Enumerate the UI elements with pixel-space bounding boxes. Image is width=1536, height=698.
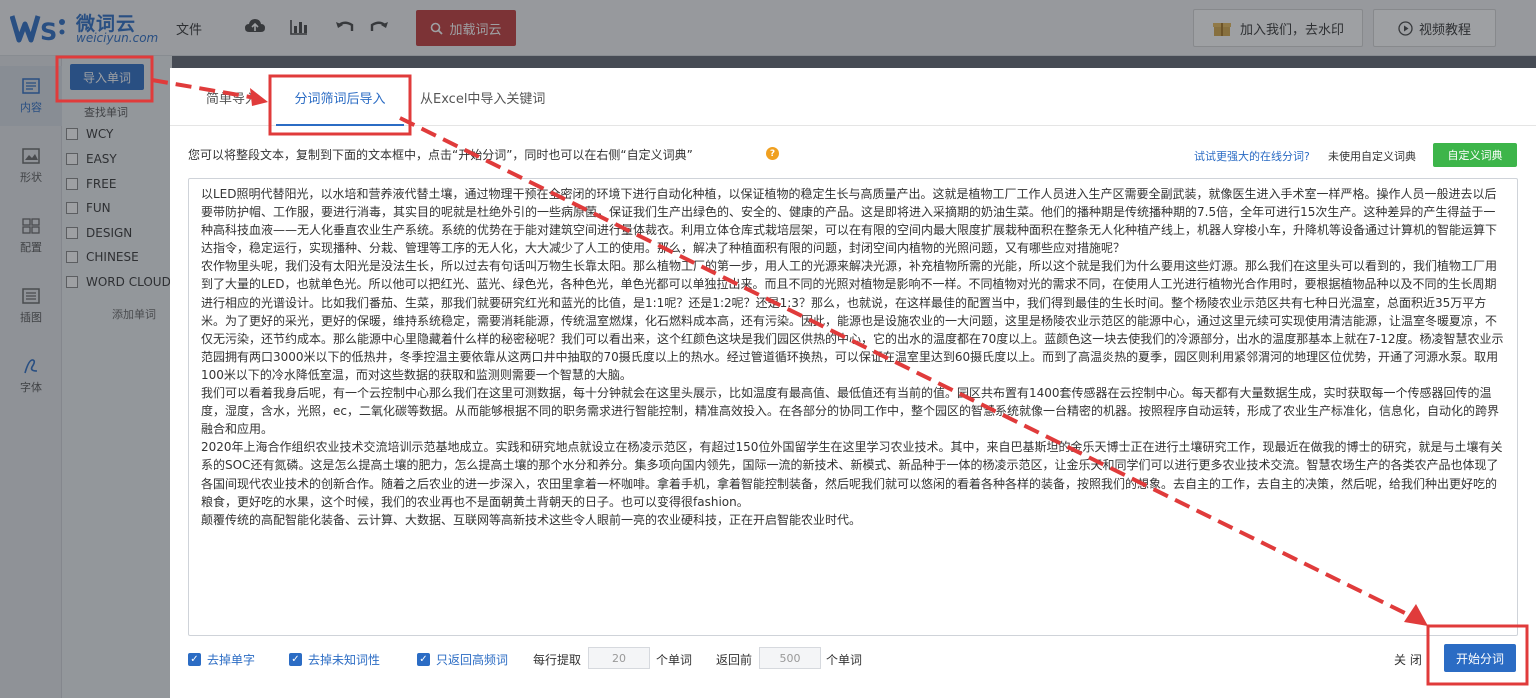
option-label: 去掉单字 — [207, 653, 256, 667]
online-segment-link[interactable]: 试试更强大的在线分词? — [1194, 148, 1310, 164]
import-dialog: 简单导入 分词筛词后导入 从Excel中导入关键词 您可以将整段文本，复制到下面… — [170, 68, 1536, 698]
option-label: 只返回高频词 — [436, 653, 509, 667]
option-remove-single[interactable]: ✓ 去掉单字 — [188, 651, 255, 668]
close-button[interactable]: 关 闭 — [1394, 651, 1422, 668]
option-label: 去掉未知词性 — [308, 653, 381, 667]
per-line-unit: 个单词 — [656, 653, 693, 667]
checkbox-checked-icon[interactable]: ✓ — [289, 653, 302, 666]
help-icon[interactable]: ? — [766, 147, 779, 160]
text-paragraph: 2020年上海合作组织农业技术交流培训示范基地成立。实践和研究地点就设立在杨凌示… — [201, 440, 1503, 509]
tab-segment-import[interactable]: 分词筛词后导入 — [276, 88, 404, 126]
instruction-text: 您可以将整段文本，复制到下面的文本框中，点击“开始分词”，同时也可以在右侧“自定… — [188, 148, 693, 162]
dictionary-status: 未使用自定义词典 — [1328, 150, 1416, 163]
option-remove-unknown[interactable]: ✓ 去掉未知词性 — [289, 651, 380, 668]
dialog-tabs: 简单导入 分词筛词后导入 从Excel中导入关键词 — [170, 68, 1536, 126]
per-line-label: 每行提取 — [533, 653, 582, 667]
return-top-label: 返回前 — [716, 653, 753, 667]
text-paragraph: 农作物里头呢，我们没有太阳光是没法生长，所以过去有句话叫万物生长靠太阳。那么植物… — [201, 259, 1504, 382]
text-paragraph: 颠覆传统的高配智能化装备、云计算、大数据、互联网等高新技术这些令人眼前一亮的农业… — [201, 512, 862, 527]
custom-dictionary-button[interactable]: 自定义词典 — [1433, 143, 1517, 167]
checkbox-checked-icon[interactable]: ✓ — [188, 653, 201, 666]
text-paragraph: 以LED照明代替阳光，以水培和营养液代替土壤，通过物理干预在全密闭的环境下进行自… — [201, 187, 1498, 256]
checkbox-checked-icon[interactable]: ✓ — [417, 653, 430, 666]
start-segment-button[interactable]: 开始分词 — [1444, 644, 1516, 672]
option-high-frequency[interactable]: ✓ 只返回高频词 — [417, 651, 508, 668]
return-top-input[interactable]: 500 — [759, 647, 821, 669]
per-line-input[interactable]: 20 — [588, 647, 650, 669]
tab-simple-import[interactable]: 简单导入 — [206, 88, 258, 126]
text-input-area[interactable]: 以LED照明代替阳光，以水培和营养液代替土壤，通过物理干预在全密闭的环境下进行自… — [188, 178, 1518, 636]
tab-excel-import[interactable]: 从Excel中导入关键词 — [420, 88, 545, 126]
text-paragraph: 我们可以看着我身后呢，有一个云控制中心那么我们在这里可测数据，每十分钟就会在这里… — [201, 386, 1499, 437]
return-top-unit: 个单词 — [826, 653, 863, 667]
